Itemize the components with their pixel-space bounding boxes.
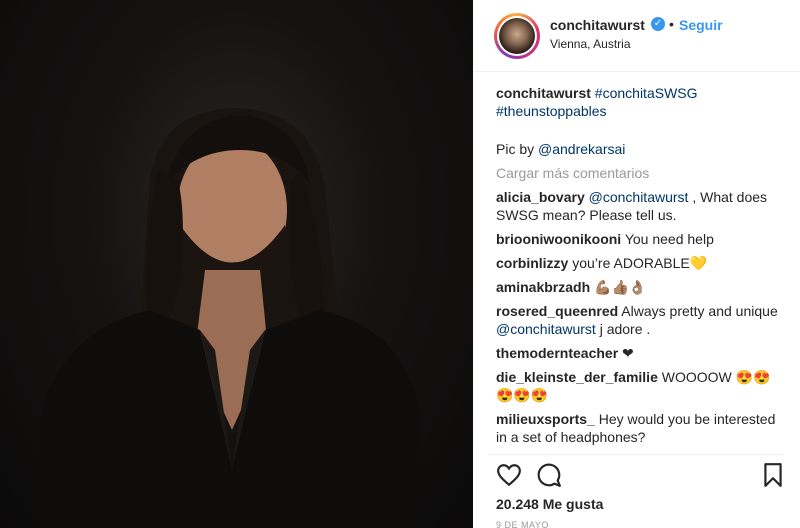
comment-text: You need help	[624, 231, 714, 247]
bookmark-icon[interactable]	[760, 462, 786, 488]
comment-username[interactable]: aminakbrzadh	[496, 279, 590, 295]
verified-icon: ✓	[651, 17, 665, 31]
comment-username[interactable]: alicia_bovary	[496, 189, 585, 205]
mention-link[interactable]: @conchitawurst	[496, 321, 596, 337]
comment-username[interactable]: milieuxsports_	[496, 411, 595, 427]
divider	[489, 454, 784, 455]
caption-credit: Pic by @andrekarsai	[496, 140, 786, 158]
comment-username[interactable]: corbinlizzy	[496, 255, 568, 271]
hashtag-link[interactable]: #conchitaSWSG	[595, 85, 698, 101]
list-item: briooniwoonikooni You need help	[496, 230, 786, 248]
like-count[interactable]: 20.248 Me gusta	[496, 496, 603, 512]
comment-username[interactable]: die_kleinste_der_familie	[496, 369, 658, 385]
author-username[interactable]: conchitawurst	[550, 17, 645, 33]
post-photo[interactable]	[0, 0, 473, 528]
list-item: die_kleinste_der_familie WOOOOW 😍😍😍😍😍	[496, 368, 786, 404]
list-item: milieuxsports_ Hey would you be interest…	[496, 410, 786, 446]
post-sidebar: conchitawurst ✓ • Seguir Vienna, Austria…	[473, 0, 800, 528]
credit-text: Pic by	[496, 141, 539, 157]
caption-username[interactable]: conchitawurst	[496, 85, 591, 101]
list-item: themodernteacher ❤	[496, 344, 786, 362]
post-header: conchitawurst ✓ • Seguir Vienna, Austria	[473, 0, 800, 72]
comment-username[interactable]: briooniwoonikooni	[496, 231, 621, 247]
portrait-illustration	[40, 108, 420, 528]
list-item: alicia_bovary @conchitawurst , What does…	[496, 188, 786, 224]
post-date: 9 DE MAYO	[496, 520, 549, 528]
action-bar	[473, 460, 800, 490]
list-item: corbinlizzy you’re ADORABLE💛	[496, 254, 786, 272]
comment-text: j adore .	[595, 321, 651, 337]
hashtag-link[interactable]: #theunstoppables	[496, 103, 607, 119]
comment-username[interactable]: themodernteacher	[496, 345, 618, 361]
comment-text: 💪🏽👍🏽👌🏽	[594, 279, 647, 295]
comment-username[interactable]: rosered_queenred	[496, 303, 618, 319]
comment-text: you’re ADORABLE💛	[572, 255, 708, 271]
separator-dot: •	[669, 16, 674, 32]
caption: conchitawurst #conchitaSWSG #theunstoppa…	[496, 84, 786, 120]
mention-link[interactable]: @conchitawurst	[589, 189, 689, 205]
avatar[interactable]	[494, 13, 540, 59]
comment-text: Always pretty and unique	[621, 303, 778, 319]
heart-icon[interactable]	[496, 462, 522, 488]
comment-icon[interactable]	[536, 462, 562, 488]
comment-text: ❤	[622, 345, 634, 361]
list-item: rosered_queenred Always pretty and uniqu…	[496, 302, 786, 338]
follow-button[interactable]: Seguir	[679, 17, 723, 33]
mention-link[interactable]: @andrekarsai	[538, 141, 625, 157]
location-link[interactable]: Vienna, Austria	[550, 37, 631, 51]
list-item: aminakbrzadh 💪🏽👍🏽👌🏽	[496, 278, 786, 296]
load-more-comments[interactable]: Cargar más comentarios	[496, 164, 786, 182]
comments-list[interactable]: conchitawurst #conchitaSWSG #theunstoppa…	[496, 84, 786, 454]
